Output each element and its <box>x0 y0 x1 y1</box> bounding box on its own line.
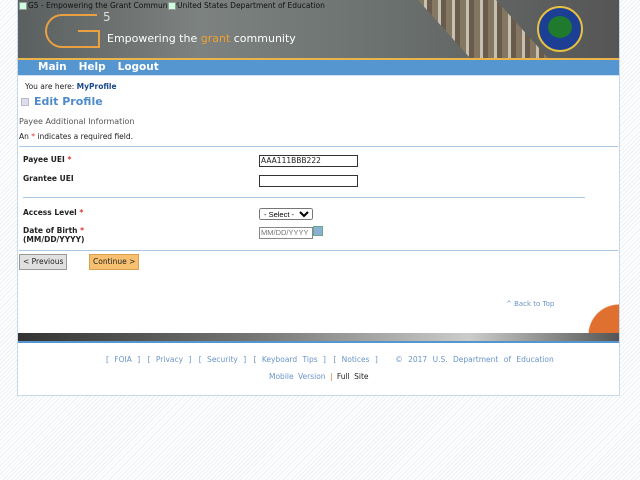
divider <box>23 197 585 198</box>
chairs-image <box>566 295 619 335</box>
collapse-icon <box>21 98 29 106</box>
breadcrumb-current[interactable]: MyProfile <box>77 82 117 91</box>
tagline: Empowering the grant community <box>107 32 296 45</box>
ed-logo-image: United States Department of Education <box>168 1 325 10</box>
broken-image-icon <box>19 2 27 10</box>
breadcrumb-prefix: You are here: <box>25 82 77 91</box>
tagline-post: community <box>230 32 296 45</box>
calendar-icon[interactable] <box>313 226 323 236</box>
page-title-text: Edit Profile <box>34 95 103 108</box>
nav-main[interactable]: Main <box>38 61 67 73</box>
divider <box>19 250 618 251</box>
keyboard-tips-link[interactable]: [ Keyboard Tips ] <box>254 355 326 364</box>
nav-help[interactable]: Help <box>79 61 106 73</box>
required-note: An * indicates a required field. <box>19 132 133 141</box>
g5-logo-image: G5 - Empowering the Grant Community <box>19 1 177 10</box>
access-level-select[interactable]: - Select - <box>259 208 313 220</box>
separator: | <box>329 372 333 381</box>
payee-uei-label: Payee UEI * <box>23 155 71 164</box>
req-pre: An <box>19 132 32 141</box>
payee-uei-label-text: Payee UEI <box>23 155 65 164</box>
ed-alt-text: United States Department of Education <box>177 1 325 10</box>
divider <box>19 146 618 147</box>
broken-image-icon <box>168 2 176 10</box>
required-star: * <box>80 226 85 235</box>
g5-logo-icon-part <box>78 30 100 48</box>
footer-links: [ FOIA ] [ Privacy ] [ Security ] [ Keyb… <box>106 355 556 364</box>
privacy-link[interactable]: [ Privacy ] <box>148 355 192 364</box>
previous-button[interactable]: < Previous <box>19 254 68 270</box>
required-star: * <box>79 208 84 217</box>
bookshelf-image <box>418 0 548 58</box>
full-site-label: Full Site <box>336 372 369 381</box>
main-nav: Main Help Logout <box>18 60 619 76</box>
header-banner: G5 - Empowering the Grant Community Unit… <box>18 0 619 60</box>
tagline-pre: Empowering the <box>107 32 201 45</box>
foia-link[interactable]: [ FOIA ] <box>106 355 140 364</box>
dob-label: Date of Birth * (MM/DD/YYYY) <box>23 226 84 244</box>
security-link[interactable]: [ Security ] <box>199 355 246 364</box>
grantee-uei-label: Grantee UEI <box>23 174 74 183</box>
grantee-uei-input[interactable] <box>259 175 358 187</box>
copyright: © 2017 U.S. Department of Education <box>395 355 554 364</box>
nav-logout[interactable]: Logout <box>118 61 159 73</box>
dob-label-text: Date of Birth <box>23 226 78 235</box>
page-title: Edit Profile <box>21 95 103 108</box>
dob-input[interactable] <box>259 227 313 239</box>
mobile-version-link[interactable]: Mobile Version <box>269 372 326 381</box>
section-heading: Payee Additional Information <box>19 117 135 126</box>
dob-format: (MM/DD/YYYY) <box>23 235 85 244</box>
g5-alt-text: G5 - Empowering the Grant Community <box>28 1 177 10</box>
footer-band <box>18 333 619 343</box>
access-level-label: Access Level * <box>23 208 83 217</box>
site-version: Mobile Version | Full Site <box>269 372 369 381</box>
back-to-top-link[interactable]: ^ Back to Top <box>506 300 554 308</box>
page: G5 - Empowering the Grant Community Unit… <box>17 0 620 396</box>
payee-uei-input[interactable]: AAA111BBB222 <box>259 155 358 167</box>
tagline-grant: grant <box>200 32 231 45</box>
required-star: * <box>67 155 72 164</box>
req-post: indicates a required field. <box>35 132 134 141</box>
access-level-label-text: Access Level <box>23 208 77 217</box>
notices-link[interactable]: [ Notices ] <box>333 355 378 364</box>
continue-button[interactable]: Continue > <box>89 254 140 270</box>
logo-number: 5 <box>103 10 111 24</box>
breadcrumb: You are here: MyProfile <box>25 82 117 91</box>
department-seal-icon <box>537 6 583 52</box>
